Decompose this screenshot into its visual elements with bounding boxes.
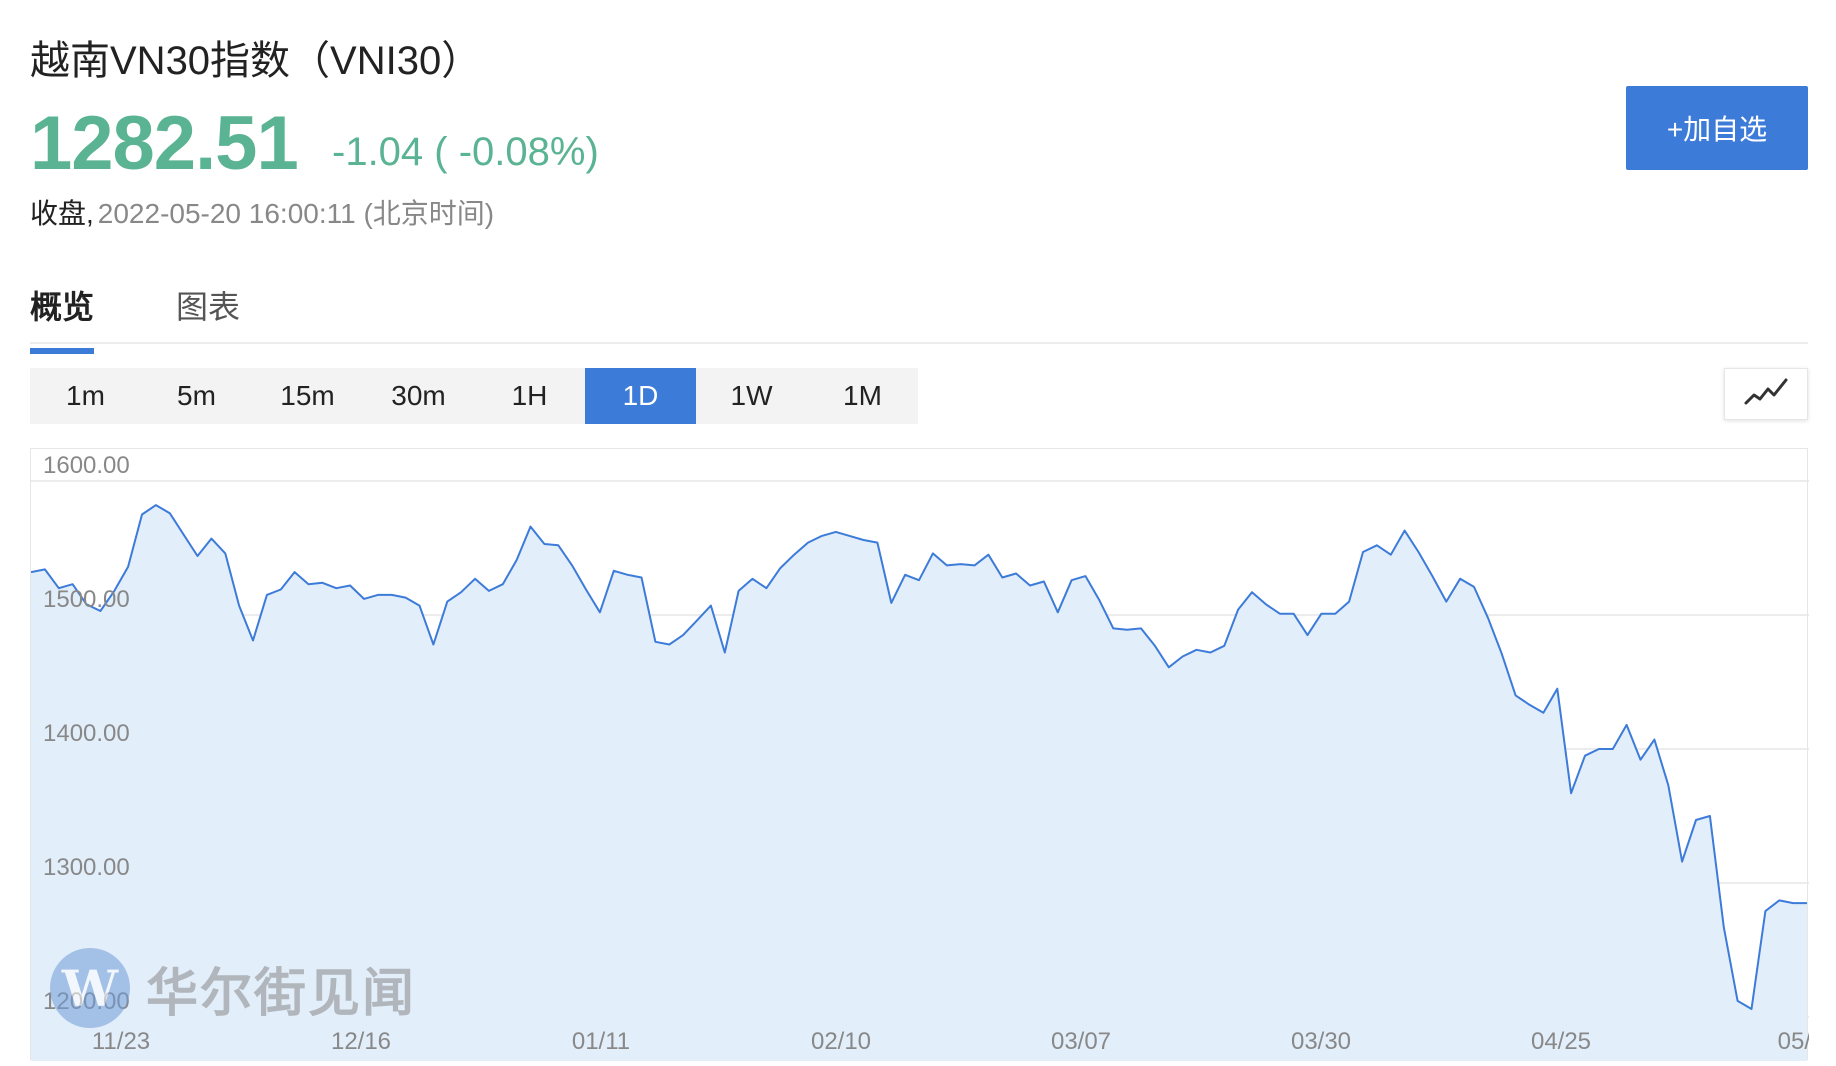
tab-overview[interactable]: 概览 <box>30 282 95 354</box>
x-tick-label: 03/30 <box>1291 1028 1351 1055</box>
status-label: 收盘, <box>30 198 94 229</box>
page-title: 越南VN30指数（VNI30） <box>30 39 482 83</box>
current-price: 1282.51 <box>30 101 299 186</box>
x-tick-label: 01/11 <box>572 1028 630 1055</box>
period-5m[interactable]: 5m <box>141 368 252 424</box>
x-tick-label: 02/10 <box>811 1028 871 1055</box>
x-tick-label: 05/2 <box>1778 1028 1809 1055</box>
period-30m[interactable]: 30m <box>363 368 474 424</box>
price-change: -1.04 ( -0.08%) <box>332 130 599 174</box>
watermark: W 华尔街见闻 <box>50 948 416 1028</box>
period-1h[interactable]: 1H <box>474 368 585 424</box>
period-1w[interactable]: 1W <box>696 368 807 424</box>
tab-chart[interactable]: 图表 <box>176 282 240 328</box>
period-15m[interactable]: 15m <box>252 368 363 424</box>
chart-type-toggle[interactable] <box>1724 368 1808 420</box>
wallstreetcn-logo: W <box>50 948 130 1028</box>
x-tick-label: 04/25 <box>1531 1028 1591 1055</box>
y-tick-label: 1600.00 <box>43 452 130 479</box>
period-1mo[interactable]: 1M <box>807 368 918 424</box>
x-tick-label: 12/16 <box>331 1028 391 1055</box>
period-1d[interactable]: 1D <box>585 368 696 424</box>
status-timestamp: 2022-05-20 16:00:11 (北京时间) <box>97 198 495 229</box>
market-status: 收盘, 2022-05-20 16:00:11 (北京时间) <box>30 192 494 232</box>
tab-bar: 概览 图表 <box>30 276 1808 354</box>
period-1m[interactable]: 1m <box>30 368 141 424</box>
y-tick-label: 1400.00 <box>43 720 130 747</box>
x-tick-label: 03/07 <box>1051 1028 1111 1055</box>
add-to-watchlist-button[interactable]: +加自选 <box>1626 86 1808 170</box>
y-tick-label: 1500.00 <box>43 586 130 613</box>
line-chart-icon <box>1744 377 1788 412</box>
period-selector: 1m 5m 15m 30m 1H 1D 1W 1M <box>30 368 918 424</box>
y-tick-label: 1300.00 <box>43 854 130 881</box>
watermark-text: 华尔街见闻 <box>146 962 417 1024</box>
x-tick-label: 11/23 <box>92 1028 150 1055</box>
